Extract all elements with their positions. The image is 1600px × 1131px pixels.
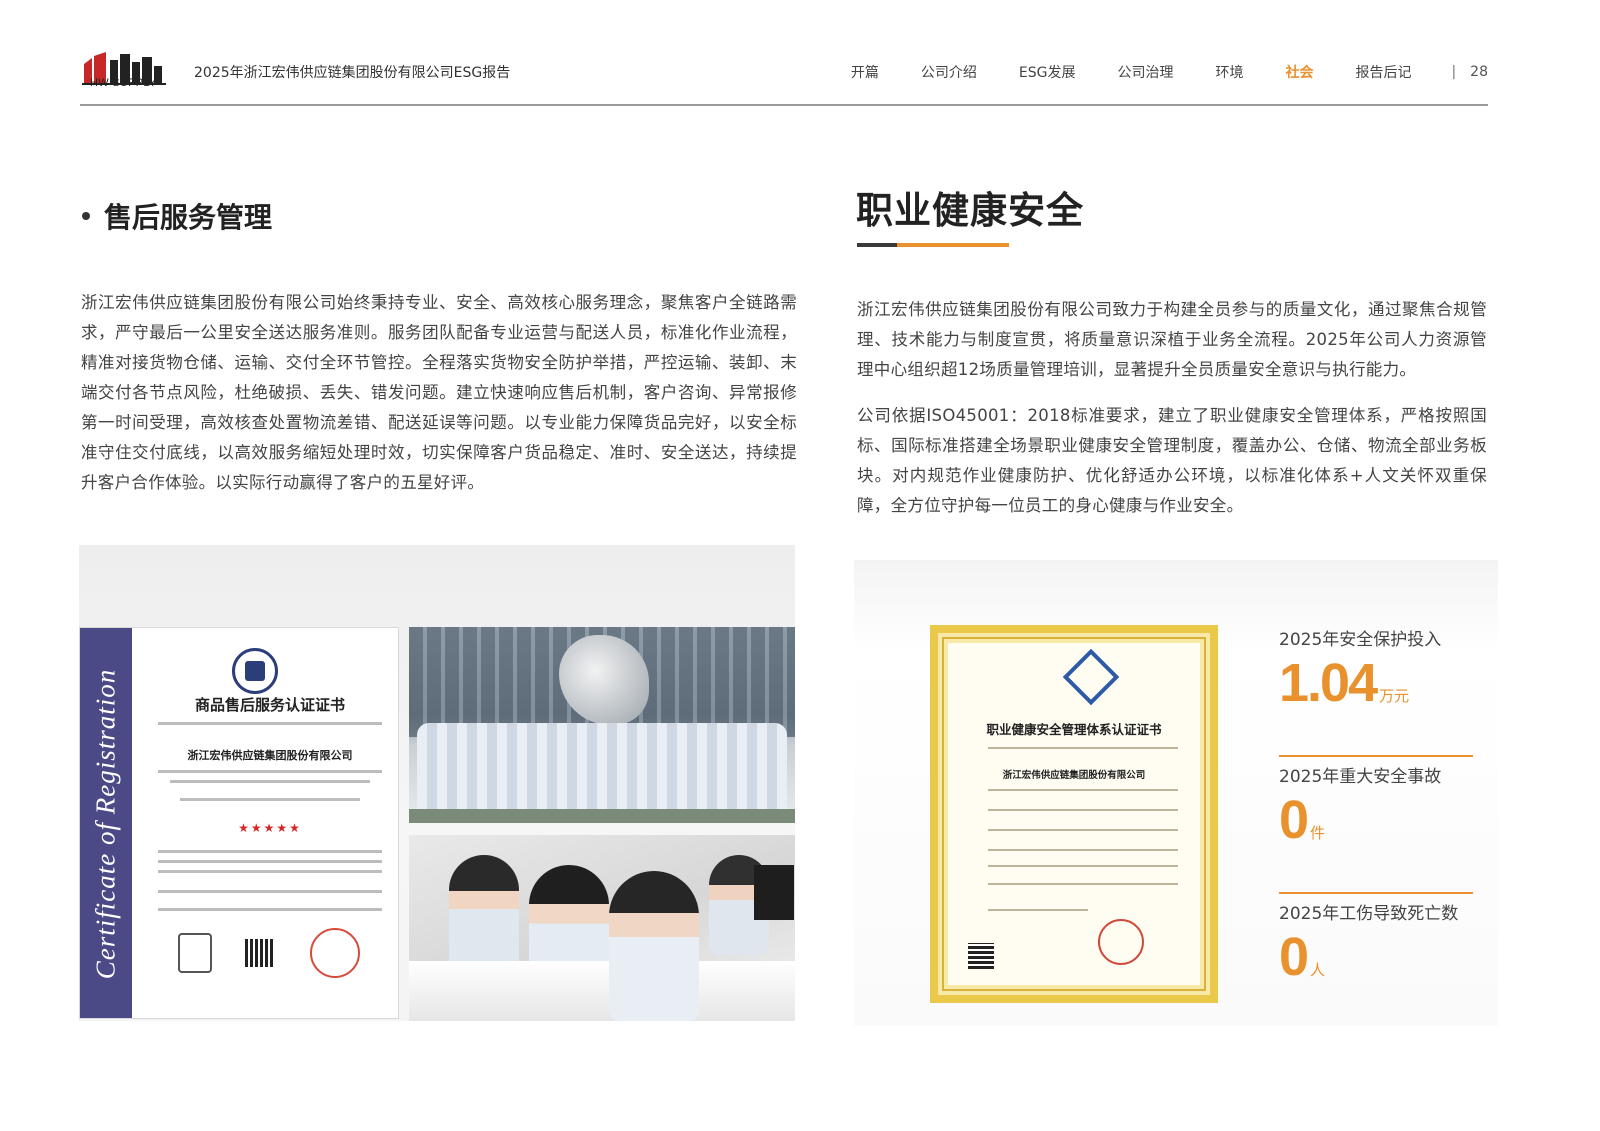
official-stamp-icon: [1098, 919, 1144, 965]
certificate-text-line: [170, 780, 370, 783]
stat-label: 2025年安全保护投入: [1279, 630, 1442, 650]
stat-unit: 件: [1310, 825, 1326, 842]
safety-stats: 2025年安全保护投入 1.04 万元 2025年重大安全事故 0件 2025年工…: [1279, 620, 1473, 1031]
stat-number: 0: [1279, 790, 1309, 850]
certificate-text-line: [988, 789, 1178, 791]
stat-value: 0人: [1279, 924, 1325, 1004]
nav-item-opening[interactable]: 开篇: [851, 62, 879, 82]
certificate-text-line: [988, 747, 1178, 749]
after-sales-photo-area: Certificate of Registration 商品售后服务认证证书 浙…: [79, 545, 795, 1021]
bullet-icon: [82, 212, 90, 220]
stat-value: 1.04 万元: [1279, 650, 1409, 730]
occupational-health-paragraph-2: 公司依据ISO45001：2018标准要求，建立了职业健康安全管理体系，严格按照…: [857, 406, 1487, 515]
stat-label: 2025年工伤导致死亡数: [1279, 904, 1459, 924]
stat-safety-investment: 2025年安全保护投入 1.04 万元: [1279, 620, 1473, 757]
call-center-photo: [409, 835, 795, 1021]
certificate-inner: 职业健康安全管理体系认证证书 浙江宏伟供应链集团股份有限公司: [948, 643, 1200, 985]
occupational-health-title: 职业健康安全: [856, 189, 1084, 232]
nav-item-governance[interactable]: 公司治理: [1117, 62, 1173, 82]
certificate-title: 商品售后服务认证证书: [194, 696, 345, 714]
page-header: HW SUPPLY 2025年浙江宏伟供应链集团股份有限公司ESG报告 开篇 公…: [80, 40, 1488, 106]
certification-emblem-icon: [1062, 648, 1120, 706]
certificate-text-line: [180, 798, 360, 801]
after-sales-certificate-image: Certificate of Registration 商品售后服务认证证书 浙…: [79, 627, 399, 1019]
ohs-certificate-image: 职业健康安全管理体系认证证书 浙江宏伟供应链集团股份有限公司: [930, 625, 1218, 1003]
desk: [409, 961, 795, 1021]
certificate-text-line: [988, 829, 1178, 831]
certificate-text-line: [988, 865, 1178, 867]
nav-item-environment[interactable]: 环境: [1215, 62, 1243, 82]
stat-number: 0: [1279, 927, 1309, 987]
nav-separator: |: [1451, 64, 1457, 80]
title-underline-dark: [857, 243, 897, 247]
ohs-certificate-company: 浙江宏伟供应链集团股份有限公司: [1002, 770, 1146, 781]
staff-group: [417, 723, 787, 821]
logo-text: HW SUPPLY: [90, 77, 157, 89]
after-sales-paragraph: 浙江宏伟供应链集团股份有限公司始终秉持专业、安全、高效核心服务理念，聚焦客户全链…: [81, 293, 797, 492]
stat-label: 2025年重大安全事故: [1279, 767, 1442, 787]
certificate-text-line: [158, 850, 382, 853]
certification-body-logo-icon: [178, 933, 212, 973]
certificate-text-line: [988, 849, 1178, 851]
stat-number: 1.04: [1279, 653, 1378, 713]
five-star-rating: ★★★★★: [238, 821, 302, 835]
stat-major-accidents: 2025年重大安全事故 0件: [1279, 757, 1473, 894]
report-title: 2025年浙江宏伟供应链集团股份有限公司ESG报告: [194, 65, 511, 81]
nav-item-company-intro[interactable]: 公司介绍: [921, 62, 977, 82]
certificate-text-line: [158, 890, 382, 893]
top-nav: 开篇 公司介绍 ESG发展 公司治理 环境 社会 报告后记 | 28: [809, 62, 1488, 82]
nav-item-esg-development[interactable]: ESG发展: [1019, 62, 1076, 82]
certificate-text-line: [158, 870, 382, 873]
occupational-health-paragraph-1: 浙江宏伟供应链集团股份有限公司致力于构建全员参与的质量文化，通过聚焦合规管理、技…: [857, 300, 1487, 379]
staff-figure: [449, 855, 519, 975]
page-number: 28: [1470, 64, 1488, 80]
title-underline-accent: [897, 243, 1009, 247]
certificate-text-line: [158, 860, 382, 863]
safety-panel: 职业健康安全管理体系认证证书 浙江宏伟供应链集团股份有限公司 2025年安全保护…: [854, 560, 1498, 1026]
after-sales-section-title: 售后服务管理: [82, 196, 272, 236]
certificate-text-line: [158, 722, 382, 725]
stat-unit: 人: [1310, 962, 1326, 979]
certificate-text-line: [988, 809, 1178, 811]
certificate-text-line: [158, 908, 382, 911]
certificate-emblem-icon: [232, 648, 278, 694]
stat-work-fatalities: 2025年工伤导致死亡数 0人: [1279, 894, 1473, 1031]
certificate-band-text: Certificate of Registration: [90, 668, 121, 980]
occupational-health-text: 浙江宏伟供应链集团股份有限公司致力于构建全员参与的质量文化，通过聚焦合规管理、技…: [857, 295, 1487, 521]
certificate-company: 浙江宏伟供应链集团股份有限公司: [187, 749, 353, 762]
certificate-text-line: [988, 909, 1088, 911]
nav-item-postscript[interactable]: 报告后记: [1355, 62, 1411, 82]
nav-item-society[interactable]: 社会: [1285, 62, 1313, 82]
certificate-text-line: [988, 883, 1178, 885]
monitor: [754, 865, 794, 920]
ground: [409, 809, 795, 823]
after-sales-title-text: 售后服务管理: [104, 201, 273, 234]
qr-code-icon: [245, 939, 273, 967]
official-stamp-icon: [310, 928, 360, 978]
stat-value: 0件: [1279, 787, 1325, 867]
staff-figure: [609, 871, 699, 1021]
certificate-text-line: [158, 770, 382, 773]
ohs-certificate-title: 职业健康安全管理体系认证证书: [986, 722, 1162, 737]
qr-code-icon: [968, 943, 994, 969]
stat-unit: 万元: [1379, 688, 1410, 705]
team-photo: [409, 627, 795, 823]
